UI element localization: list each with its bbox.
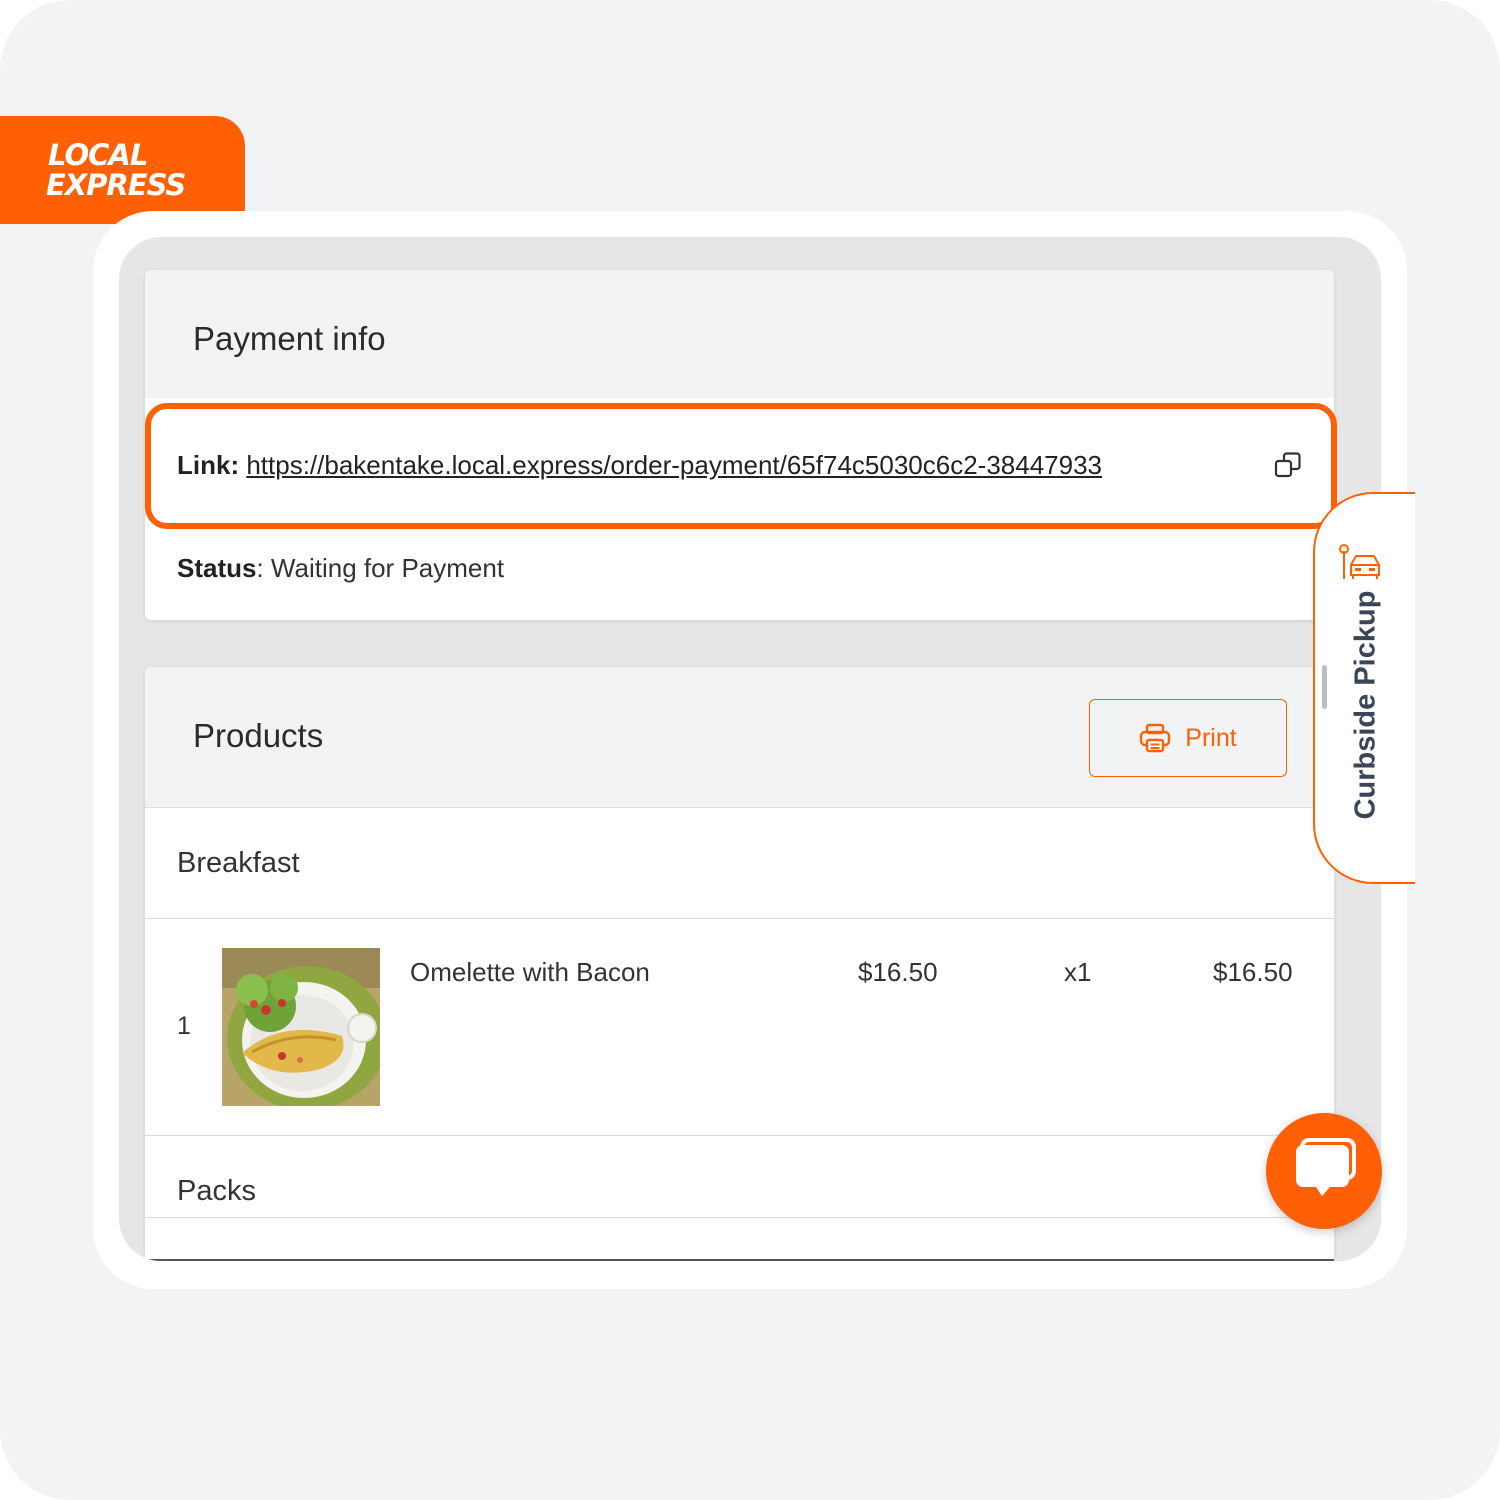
brand-logo: LOCAL EXPRESS xyxy=(46,138,186,202)
chat-bubble-icon xyxy=(1296,1138,1356,1196)
print-button-label: Print xyxy=(1185,723,1237,752)
product-total: $16.50 xyxy=(1213,957,1293,987)
printer-icon xyxy=(1140,723,1171,753)
app-screen: Payment info Link: https://bakentake.loc… xyxy=(119,237,1381,1261)
drag-handle[interactable] xyxy=(1322,665,1327,709)
products-title: Products xyxy=(193,717,324,754)
divider xyxy=(145,1135,1334,1136)
payment-info-header: Payment info xyxy=(145,270,1334,398)
divider xyxy=(145,1259,1334,1261)
section-label-breakfast: Breakfast xyxy=(177,847,300,879)
product-quantity: x1 xyxy=(1064,957,1092,987)
brand-line-1: LOCAL xyxy=(48,138,148,172)
brand-line-2: EXPRESS xyxy=(46,168,186,202)
products-header: Products Print xyxy=(145,667,1334,808)
product-price: $16.50 xyxy=(858,957,938,987)
status-label: Status xyxy=(177,553,257,583)
print-button[interactable]: Print xyxy=(1089,699,1287,777)
car-pickup-icon xyxy=(1339,544,1380,579)
payment-link-highlight xyxy=(145,403,1337,529)
curbside-pickup-label: Curbside Pickup xyxy=(1349,590,1382,820)
status-value: Waiting for Payment xyxy=(270,553,505,583)
status-row: Status: Waiting for Payment xyxy=(177,553,504,584)
product-image xyxy=(222,948,380,1106)
product-row-index: 1 xyxy=(177,1012,191,1040)
divider xyxy=(145,918,1334,919)
section-label-packs: Packs xyxy=(177,1175,256,1207)
canvas: LOCAL EXPRESS Payment info Link: https:/… xyxy=(0,0,1500,1500)
divider xyxy=(145,1217,1334,1218)
payment-info-title: Payment info xyxy=(193,320,386,357)
status-separator: : xyxy=(256,553,271,583)
product-name: Omelette with Bacon xyxy=(410,957,650,987)
products-card: Products Print Breakfast 1 Omelette with… xyxy=(145,667,1334,1261)
